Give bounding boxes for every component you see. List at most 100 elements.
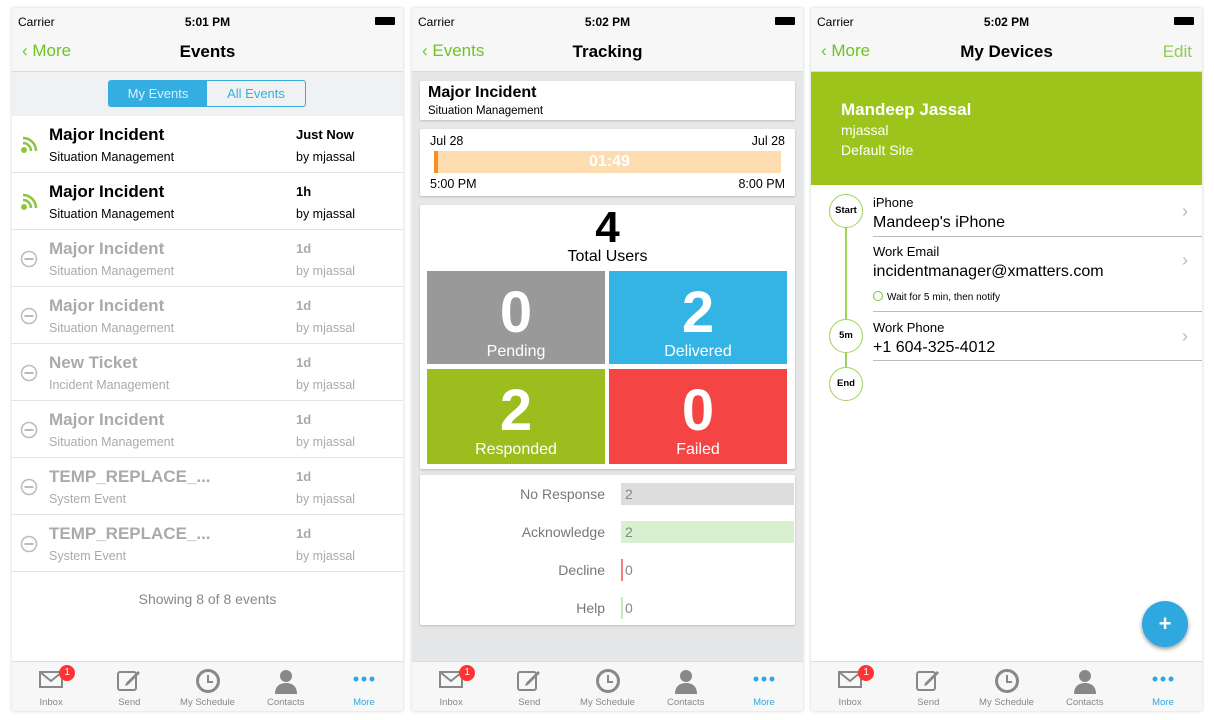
active-event-icon: [20, 193, 38, 211]
tab-label: More: [353, 697, 375, 708]
tab-label: Contacts: [1065, 697, 1104, 708]
device-iphone[interactable]: iPhone Mandeep's iPhone ›: [873, 193, 1202, 236]
tab-my-schedule[interactable]: My Schedule: [168, 662, 246, 711]
event-subtitle: Incident Management: [49, 378, 170, 392]
end-date: Jul 28: [751, 134, 785, 148]
event-title: TEMP_REPLACE_...: [49, 467, 211, 486]
status-tile-delivered[interactable]: 2 Delivered: [609, 271, 787, 364]
profile-name: Mandeep Jassal: [841, 100, 972, 119]
clock: 5:02 PM: [983, 15, 1030, 29]
event-row[interactable]: Major Incident Situation Management 1d by m…: [12, 401, 403, 458]
tab-inbox[interactable]: 1 Inbox: [412, 662, 490, 711]
event-row[interactable]: New Ticket Incident Management 1d by mjassa…: [12, 344, 403, 401]
back-button[interactable]: ‹ More: [22, 41, 71, 61]
wait-text: Wait for 5 min, then notify: [887, 292, 1001, 303]
tab-label: Contacts: [666, 697, 705, 708]
status-bar: Carrier 5:02 PM: [412, 8, 803, 32]
tracking-screen: Carrier 5:02 PM ‹ Events Tracking Major In…: [412, 8, 803, 711]
device-work-phone[interactable]: Work Phone +1 604-325-4012 ›: [873, 318, 1202, 361]
tab-more[interactable]: More: [725, 662, 803, 711]
total-users-count: 4: [595, 203, 620, 252]
divider: [873, 236, 1202, 237]
event-row[interactable]: TEMP_REPLACE_... System Event 1d by mjassal: [12, 515, 403, 572]
inbox-badge: 1: [59, 665, 76, 681]
event-subtitle: System Event: [49, 549, 127, 563]
active-event-icon: [20, 136, 38, 154]
event-owner: by mjassal: [296, 435, 356, 449]
status-tile-pending[interactable]: 0 Pending: [427, 271, 605, 364]
tab-inbox[interactable]: 1 Inbox: [12, 662, 90, 711]
tab-contacts[interactable]: Contacts: [247, 662, 325, 711]
chevron-right-icon: ›: [1182, 250, 1188, 270]
event-row[interactable]: Major Incident Situation Management Just N…: [12, 116, 403, 173]
inbox-badge: 1: [459, 665, 476, 681]
event-row[interactable]: Major Incident Situation Management 1d by m…: [12, 287, 403, 344]
tile-count: 2: [681, 280, 715, 345]
tab-label: Inbox: [439, 697, 463, 708]
tab-bar: 1 Inbox Send My Schedule Contacts More: [412, 661, 803, 711]
event-subtitle: Situation Management: [49, 207, 175, 221]
tab-contacts[interactable]: Contacts: [1046, 662, 1124, 711]
battery-icon: [775, 17, 795, 25]
tab-label: My Schedule: [180, 697, 235, 708]
event-owner: by mjassal: [296, 264, 356, 278]
devices-screen: Carrier 5:02 PM ‹ More My Devices Edit Mand…: [811, 8, 1202, 711]
response-bar: 0: [621, 559, 794, 581]
tab-more[interactable]: More: [325, 662, 403, 711]
tab-send[interactable]: Send: [90, 662, 168, 711]
event-row[interactable]: TEMP_REPLACE_... System Event 1d by mjassal: [12, 458, 403, 515]
event-owner: by mjassal: [296, 150, 356, 164]
tab-inbox[interactable]: 1 Inbox: [811, 662, 889, 711]
tab-more[interactable]: More: [1124, 662, 1202, 711]
tile-count: 0: [499, 280, 533, 345]
segment-bar: My Events All Events: [12, 72, 403, 116]
event-title: Major Incident: [49, 296, 165, 315]
profile-header: Mandeep Jassal mjassal Default Site: [811, 72, 1202, 185]
event-subtitle: System Event: [49, 492, 127, 506]
inactive-event-icon: [20, 307, 38, 325]
status-bar: Carrier 5:01 PM: [12, 8, 403, 32]
device-work-email[interactable]: Work Email incidentmanager@xmatters.com …: [873, 242, 1202, 287]
event-row[interactable]: Major Incident Situation Management 1h by m…: [12, 173, 403, 230]
tab-my-events[interactable]: My Events: [109, 81, 207, 106]
battery-icon: [375, 17, 395, 25]
status-tile-failed[interactable]: 0 Failed: [609, 369, 787, 464]
add-device-button[interactable]: +: [1142, 601, 1188, 647]
event-row[interactable]: Major Incident Situation Management 1d by m…: [12, 230, 403, 287]
tab-send[interactable]: Send: [490, 662, 568, 711]
edit-button[interactable]: Edit: [1163, 42, 1192, 62]
event-title: Major Incident: [49, 182, 165, 201]
response-count: 0: [625, 562, 633, 578]
tab-my-schedule[interactable]: My Schedule: [568, 662, 646, 711]
tab-bar: 1 Inbox Send My Schedule Contacts More: [811, 661, 1202, 711]
event-time: 1d: [296, 469, 312, 484]
tab-my-schedule[interactable]: My Schedule: [967, 662, 1045, 711]
divider: [873, 360, 1202, 361]
nav-bar: ‹ Events Tracking: [412, 32, 803, 72]
tab-all-events[interactable]: All Events: [207, 81, 305, 106]
event-subtitle: Situation Management: [49, 150, 175, 164]
status-tile-responded[interactable]: 2 Responded: [427, 369, 605, 464]
tab-contacts[interactable]: Contacts: [647, 662, 725, 711]
nav-bar: ‹ More My Devices Edit: [811, 32, 1202, 72]
event-time: 1d: [296, 241, 312, 256]
clock-icon: [873, 291, 883, 301]
elapsed-bar: 01:49: [434, 151, 781, 173]
event-owner: by mjassal: [296, 378, 356, 392]
event-time: 1d: [296, 412, 312, 427]
profile-username: mjassal: [841, 122, 889, 138]
profile-site: Default Site: [841, 142, 914, 158]
back-button[interactable]: ‹ Events: [422, 41, 484, 61]
response-bar: 0: [621, 597, 794, 619]
response-bar: 2: [621, 483, 794, 505]
response-bar: 2: [621, 521, 794, 543]
clock: 5:01 PM: [184, 15, 231, 29]
response-count: 0: [625, 600, 633, 616]
tab-label: Contacts: [266, 697, 305, 708]
start-date: Jul 28: [430, 134, 464, 148]
tab-send[interactable]: Send: [889, 662, 967, 711]
event-title: TEMP_REPLACE_...: [49, 524, 211, 543]
back-button[interactable]: ‹ More: [821, 41, 870, 61]
response-count: 2: [625, 524, 633, 540]
device-label: Work Email: [873, 244, 940, 259]
